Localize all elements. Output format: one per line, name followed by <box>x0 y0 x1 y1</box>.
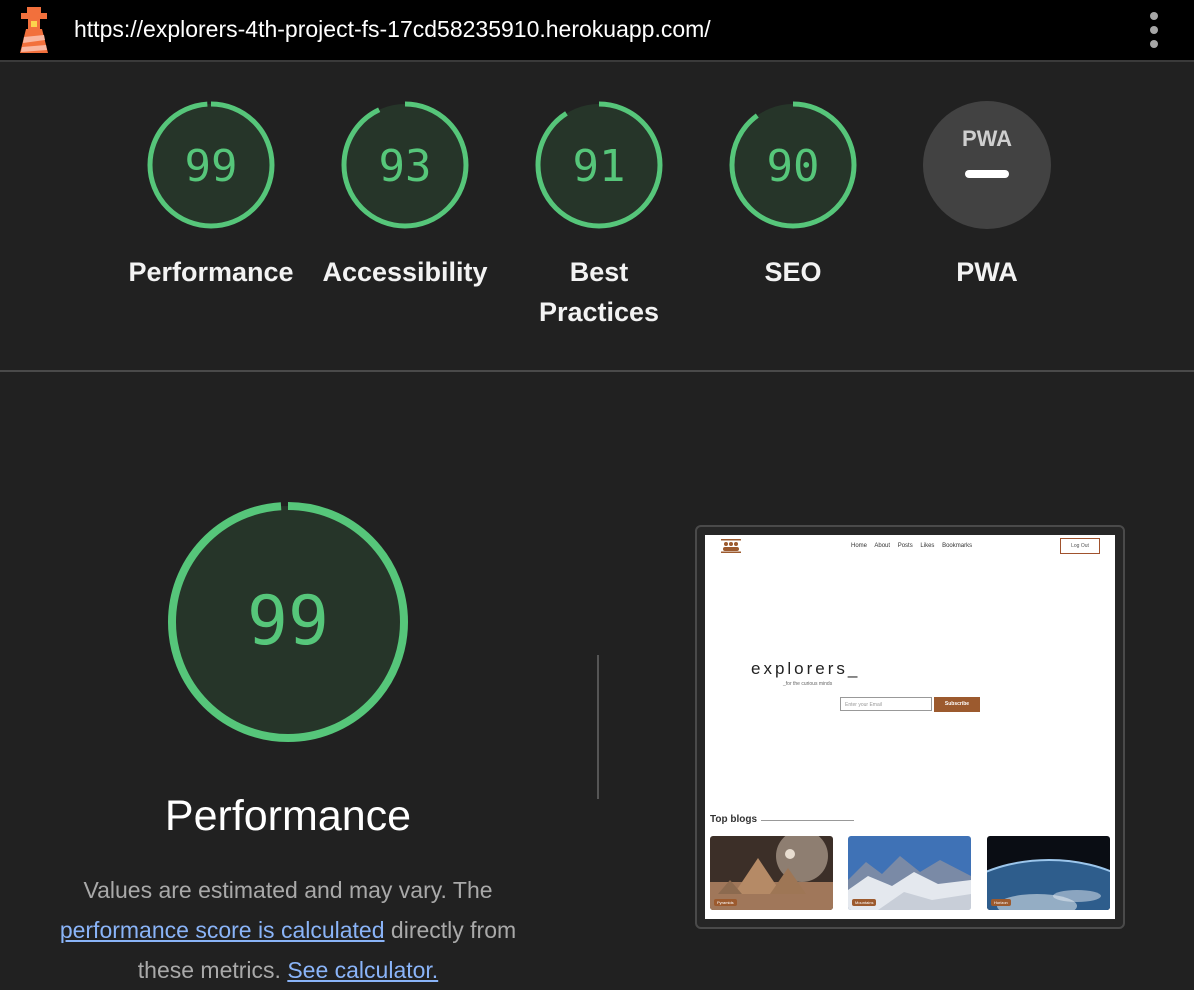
performance-large-score: 99 <box>247 582 329 661</box>
site-logout-button: Log Out <box>1060 538 1100 554</box>
performance-score: 99 <box>185 141 238 192</box>
site-email-field: Enter your Email <box>840 697 932 711</box>
nav-bookmarks: Bookmarks <box>942 543 973 549</box>
nav-posts: Posts <box>897 543 913 549</box>
site-brand: explorers_ <box>751 659 861 678</box>
site-subscribe-button: Subscribe <box>934 697 980 712</box>
desc-line3: these metrics. <box>137 957 281 983</box>
top-blogs-rule <box>761 820 854 821</box>
accessibility-gauge-icon: 93 <box>341 101 469 229</box>
blog-card-horizon: Horizon <box>987 836 1110 910</box>
site-tagline: _for the curious minds <box>783 681 833 687</box>
best-practices-gauge-icon: 91 <box>535 101 663 229</box>
seo-score: 90 <box>767 141 820 192</box>
final-screenshot: Home About Posts Likes Bookmarks Log Out… <box>705 535 1115 919</box>
gauge-performance[interactable]: 99 Performance <box>121 100 301 292</box>
card-tag-mountains: Mountains <box>852 899 877 906</box>
gauge-best-practices[interactable]: 91 Best Practices <box>509 100 689 332</box>
performance-section-title: Performance <box>164 792 412 840</box>
performance-large-gauge-icon: 99 <box>168 502 408 742</box>
best-practices-label-line1: Best <box>569 257 629 287</box>
accessibility-label: Accessibility <box>322 257 488 287</box>
site-logo-icon <box>721 539 741 553</box>
lighthouse-logo-icon <box>20 7 48 53</box>
gauge-accessibility[interactable]: 93 Accessibility <box>315 100 495 292</box>
more-options-icon[interactable] <box>1140 10 1168 50</box>
score-calculated-link[interactable]: performance score is calculated <box>60 917 385 943</box>
final-screenshot-frame[interactable]: Home About Posts Likes Bookmarks Log Out… <box>695 525 1125 929</box>
seo-label: SEO <box>764 257 822 287</box>
top-blogs-heading: Top blogs <box>710 814 758 825</box>
section-divider <box>0 370 1194 372</box>
performance-label: Performance <box>128 257 294 287</box>
gauge-pwa[interactable]: PWA PWA <box>897 100 1077 292</box>
nav-home: Home <box>851 543 868 549</box>
vertical-divider <box>597 655 599 799</box>
desc-prefix: Values are estimated and may vary. The <box>83 877 493 903</box>
best-practices-label-line2: Practices <box>538 297 660 327</box>
gauge-seo[interactable]: 90 SEO <box>703 100 883 292</box>
card-tag-horizon: Horizon <box>991 899 1011 906</box>
report-url: https://explorers-4th-project-fs-17cd582… <box>74 16 711 42</box>
desc-middle: directly from <box>390 917 517 943</box>
card-tag-pyramids: Pyramids <box>714 899 737 906</box>
site-nav: Home About Posts Likes Bookmarks <box>851 543 978 549</box>
best-practices-label: Best Practices <box>509 252 689 332</box>
performance-description: Values are estimated and may vary. The p… <box>40 870 536 990</box>
accessibility-score: 93 <box>379 141 432 192</box>
nav-likes: Likes <box>920 543 935 549</box>
best-practices-score: 91 <box>573 141 626 192</box>
blog-card-pyramids: Pyramids <box>710 836 833 910</box>
pwa-badge-icon: PWA <box>923 101 1051 229</box>
nav-about: About <box>874 543 891 549</box>
top-bar: https://explorers-4th-project-fs-17cd582… <box>0 0 1194 62</box>
seo-gauge-icon: 90 <box>729 101 857 229</box>
pwa-label: PWA <box>956 257 1018 287</box>
blog-card-mountains: Mountains <box>848 836 971 910</box>
pwa-badge-text: PWA <box>962 126 1012 151</box>
performance-gauge-icon: 99 <box>147 101 275 229</box>
see-calculator-link[interactable]: See calculator. <box>287 957 438 983</box>
